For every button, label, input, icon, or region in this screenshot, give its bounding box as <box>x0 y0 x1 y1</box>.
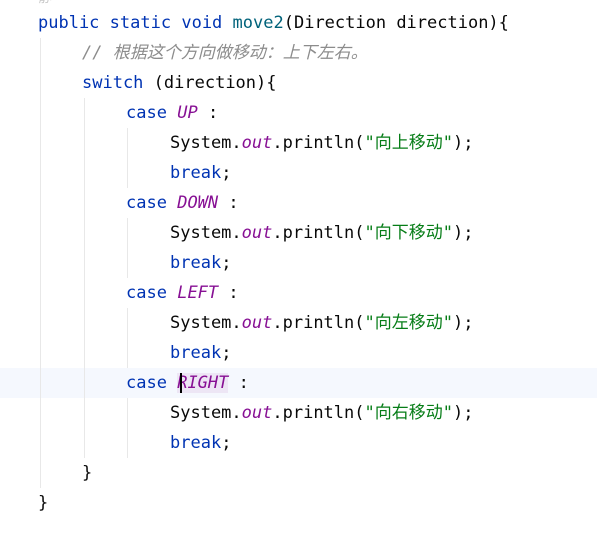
keyword: case <box>126 373 167 393</box>
case-colon: : <box>228 283 239 303</box>
code-line-println[interactable]: System.out.println("向上移动"); <box>170 128 473 158</box>
keyword: case <box>126 103 167 123</box>
indent-guide <box>84 98 85 458</box>
static-field: out <box>241 313 273 333</box>
keyword: break <box>170 253 222 273</box>
code-line-method-signature[interactable]: public static void move2(Direction direc… <box>38 8 509 38</box>
current-line-highlight <box>0 368 597 398</box>
static-field: out <box>241 403 273 423</box>
enum-constant: DOWN <box>177 193 219 213</box>
code-line-break[interactable]: break; <box>170 248 231 278</box>
keyword: break <box>170 343 222 363</box>
scrolled-off-text: 静 <box>38 0 52 8</box>
keyword: static <box>109 13 172 33</box>
keyword: switch <box>82 73 144 93</box>
string-literal: "向上移动" <box>364 133 453 153</box>
code-line-case[interactable]: case LEFT : <box>126 278 239 308</box>
code-line-close-method[interactable]: } <box>38 488 48 518</box>
indent-guide <box>127 128 128 188</box>
static-field: out <box>241 223 273 243</box>
code-line-close-switch[interactable]: } <box>82 458 92 488</box>
code-line-break[interactable]: break; <box>170 158 231 188</box>
indent-guide <box>127 398 128 458</box>
keyword: public <box>38 13 100 33</box>
keyword: case <box>126 193 167 213</box>
method-name: move2 <box>232 13 284 33</box>
case-colon: : <box>207 103 219 123</box>
string-literal: "向下移动" <box>364 223 453 243</box>
code-line-switch[interactable]: switch (direction){ <box>82 68 277 98</box>
enum-constant: LEFT <box>177 283 219 303</box>
code-line-comment[interactable]: // 根据这个方向做移动：上下左右。 <box>82 38 368 68</box>
code-line-case[interactable]: case DOWN : <box>126 188 239 218</box>
code-line-case[interactable]: case UP : <box>126 98 218 128</box>
method-params: (Direction direction){ <box>283 13 509 33</box>
keyword: break <box>170 163 222 183</box>
indent-guide <box>127 308 128 368</box>
code-line-break[interactable]: break; <box>170 338 231 368</box>
enum-constant: RIGHT <box>177 373 229 393</box>
code-line-println[interactable]: System.out.println("向下移动"); <box>170 218 473 248</box>
string-literal: "向右移动" <box>364 403 453 423</box>
keyword: break <box>170 433 222 453</box>
text-caret <box>180 373 182 393</box>
indent-guide <box>40 38 41 488</box>
code-editor[interactable]: 静 public static void move2(Direction dir… <box>0 0 597 533</box>
indent-guide <box>127 218 128 278</box>
code-line-break[interactable]: break; <box>170 428 231 458</box>
enum-constant: UP <box>177 103 198 123</box>
static-field: out <box>241 133 273 153</box>
keyword: case <box>126 283 167 303</box>
code-line-println[interactable]: System.out.println("向右移动"); <box>170 398 473 428</box>
case-colon: : <box>228 193 239 213</box>
case-colon: : <box>238 373 249 393</box>
switch-expression: (direction){ <box>153 73 277 93</box>
code-line-case[interactable]: case RIGHT : <box>126 368 249 398</box>
string-literal: "向左移动" <box>364 313 453 333</box>
keyword: void <box>181 13 223 33</box>
code-line-println[interactable]: System.out.println("向左移动"); <box>170 308 473 338</box>
